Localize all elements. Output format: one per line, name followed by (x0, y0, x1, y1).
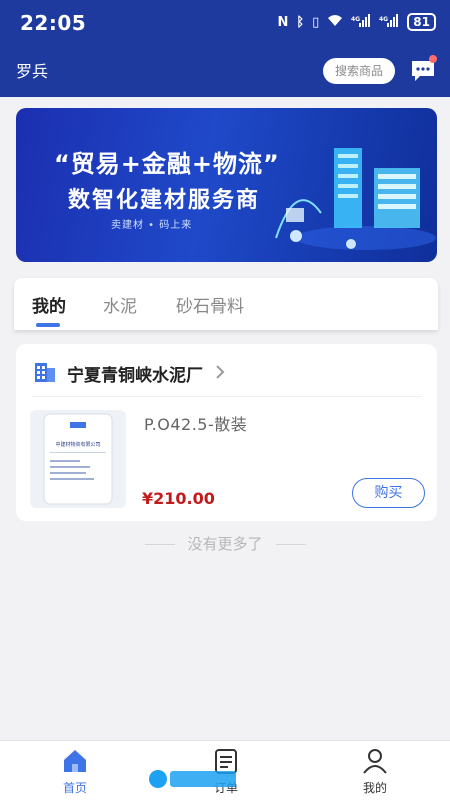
watermark-logo (149, 770, 236, 788)
user-icon (363, 749, 387, 774)
banner-title: “贸易+金融+物流” (54, 150, 280, 178)
svg-text:4G: 4G (351, 16, 360, 23)
banner-subtitle: 数智化建材服务商 (68, 188, 261, 213)
store-name[interactable]: 宁夏青铜峡水泥厂 (67, 361, 203, 386)
bluetooth-icon: ᛒ (296, 14, 305, 30)
building-icon (35, 363, 55, 382)
message-badge (429, 55, 437, 63)
nav-home-label: 首页 (62, 781, 87, 795)
nav-home[interactable]: 首页 (35, 741, 115, 800)
tab-cement[interactable]: 水泥 (103, 292, 137, 317)
search-button[interactable]: 搜索商品 (323, 58, 395, 84)
bag-brand-text: 中建材物资有限公司 (55, 441, 100, 448)
product-price: ¥210.00 (142, 489, 215, 508)
product-name[interactable]: P.O42.5-散装 (144, 411, 247, 435)
banner-illustration (275, 148, 436, 250)
home-icon (64, 750, 86, 772)
cement-bag-icon: 中建材物资有限公司 (43, 413, 113, 505)
divider (276, 544, 306, 545)
app-header: 22:05 N ᛒ ▯ 4G 4G 81 罗兵 搜索商品 (0, 0, 450, 97)
tab-mine[interactable]: 我的 (32, 292, 66, 317)
nav-profile-label: 我的 (362, 781, 387, 795)
wifi-icon (327, 14, 343, 31)
tab-aggregates[interactable]: 砂石骨料 (176, 292, 244, 317)
signal-4g-icon: 4G (351, 13, 371, 31)
nav-profile[interactable]: 我的 (335, 741, 415, 800)
status-bar: 22:05 N ᛒ ▯ 4G 4G 81 (0, 0, 450, 44)
product-image[interactable]: 中建材物资有限公司 (30, 410, 126, 508)
store-card: 宁夏青铜峡水泥厂 中建材物资有限公司 P.O42.5-散装 ¥210.00 购买 (16, 344, 437, 521)
buy-button[interactable]: 购买 (352, 478, 425, 508)
svg-text:4G: 4G (379, 16, 388, 23)
divider (32, 396, 422, 397)
status-icons: N ᛒ ▯ 4G 4G 81 (277, 13, 436, 31)
category-tabs: 我的 水泥 砂石骨料 (14, 278, 438, 330)
status-time: 22:05 (20, 11, 87, 35)
username: 罗兵 (16, 62, 49, 81)
battery-indicator: 81 (407, 13, 436, 31)
tab-active-indicator (36, 323, 60, 327)
nfc-icon: N (277, 14, 289, 30)
promo-banner[interactable]: “贸易+金融+物流” 数智化建材服务商 卖建材 • 码上来 (16, 108, 437, 262)
signal-4g-icon: 4G (379, 13, 399, 31)
chevron-right-icon[interactable] (215, 364, 225, 380)
list-end-text: 没有更多了 (187, 535, 263, 553)
vibrate-icon: ▯ (312, 14, 320, 30)
banner-tagline: 卖建材 • 码上来 (111, 220, 193, 231)
